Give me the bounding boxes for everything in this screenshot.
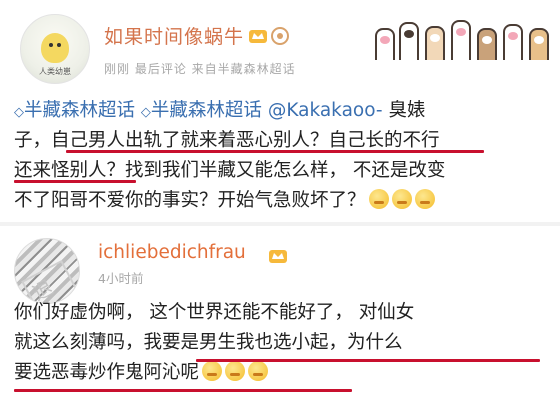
thinking-face-emoji — [248, 361, 269, 381]
topic-link[interactable]: 半藏森林超话 — [24, 100, 135, 121]
comment-card-1: 人类幼崽 如果时间像蜗牛 刚刚 最后评论 来自半藏森林超话 ◇半藏森林超话 ◇半… — [0, 0, 560, 222]
chick-avatar-icon — [41, 33, 69, 63]
cat-paw-card-icon — [375, 14, 555, 60]
user-avatar[interactable]: 人类幼崽 — [20, 14, 90, 84]
thinking-face-emoji — [225, 361, 246, 381]
comment-text: 你们好虚伪啊， 这个世界还能不能好了， 对仙女 — [14, 302, 415, 323]
diamond-topic-icon: ◇ — [140, 105, 151, 120]
comment-text: 不了阳哥不爱你的事实？开始气急败坏了？ — [14, 190, 366, 211]
diamond-topic-icon: ◇ — [14, 105, 24, 120]
post-meta: 刚刚 最后评论 来自半藏森林超话 — [104, 62, 296, 76]
crown-vip-icon — [269, 250, 287, 263]
thinking-face-emoji — [202, 361, 223, 381]
highlight-underline — [196, 359, 540, 362]
thinking-face-emoji — [368, 189, 389, 209]
topic-link[interactable]: 半藏森林超话 — [151, 100, 262, 121]
thinking-face-emoji — [391, 189, 412, 209]
mention-link[interactable]: @Kakakaoo- — [268, 100, 383, 121]
comment-text: 臭婊 — [382, 100, 426, 121]
comment-card-2: 退网 ichliebedichfrau 4小时前 你们好虚伪啊， 这个世界还能不… — [0, 226, 560, 406]
user-avatar[interactable]: 退网 — [14, 238, 80, 304]
comment-text: 就这么刻薄吗，我要是男生我也选小起，为什么 — [14, 332, 403, 353]
comment-text: 要选恶毒炒作鬼阿沁呢 — [14, 362, 200, 383]
highlight-underline — [14, 389, 352, 392]
post-time: 4小时前 — [98, 271, 144, 286]
badge-icon — [271, 27, 289, 45]
username[interactable]: 如果时间像蜗牛 — [104, 22, 244, 49]
highlight-underline — [66, 150, 484, 153]
username[interactable]: ichliebedichfrau — [98, 242, 246, 263]
avatar-caption: 人类幼崽 — [39, 67, 71, 76]
thinking-face-emoji — [414, 189, 435, 209]
highlight-underline — [14, 180, 136, 183]
crown-vip-icon — [249, 30, 267, 43]
